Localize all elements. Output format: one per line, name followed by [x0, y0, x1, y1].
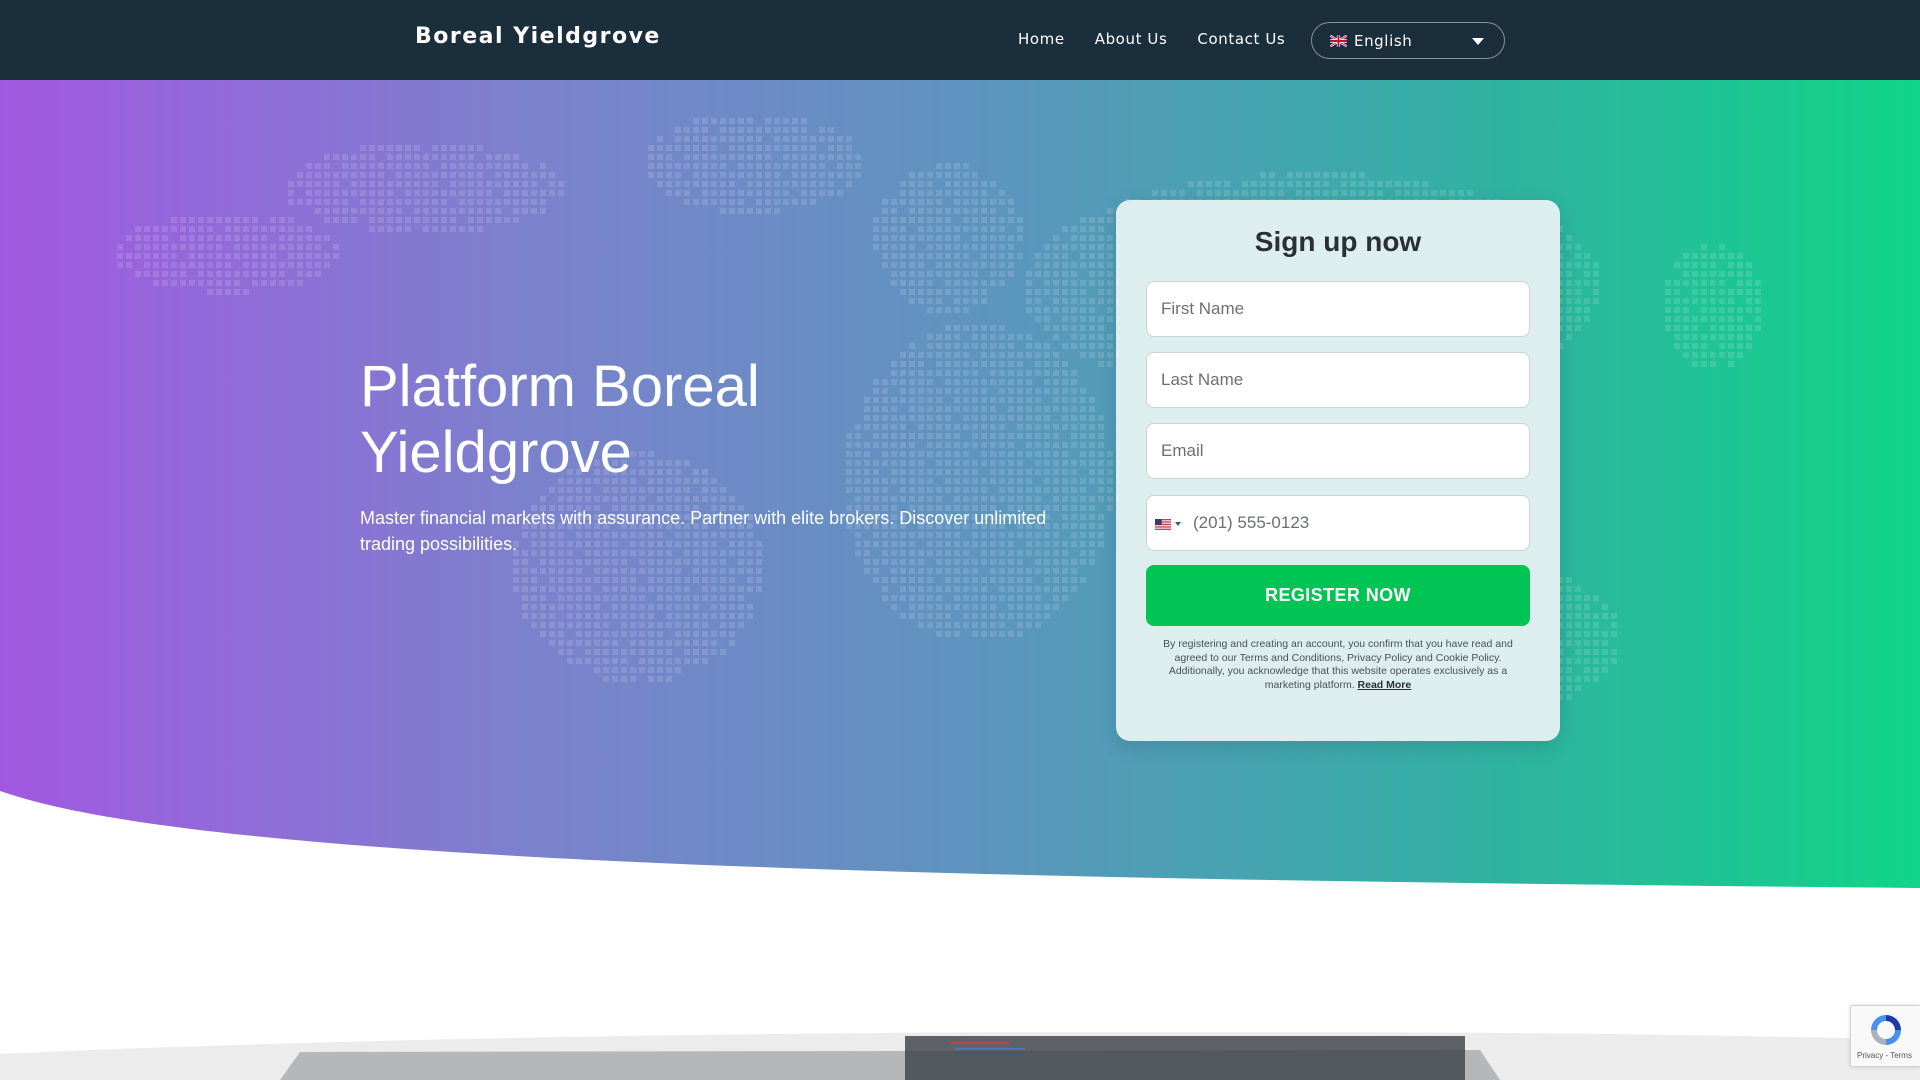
- hero-section: Platform Boreal Yieldgrove Master financ…: [0, 80, 1920, 890]
- phone-field: [1146, 495, 1530, 551]
- language-select[interactable]: English: [1311, 22, 1505, 59]
- hero-subtitle: Master financial markets with assurance.…: [360, 508, 1047, 554]
- country-code-select[interactable]: [1155, 515, 1191, 533]
- lower-section-image-decoration: [0, 1032, 1920, 1080]
- chevron-down-icon: [1472, 38, 1484, 45]
- language-label: English: [1354, 31, 1413, 50]
- nav-home-link[interactable]: Home: [1018, 30, 1065, 48]
- email-input[interactable]: [1146, 423, 1530, 479]
- hero-bottom-curve-decoration: [0, 791, 1920, 890]
- site-header: Boreal Yieldgrove Home About Us Contact …: [0, 0, 1920, 80]
- first-name-input[interactable]: [1146, 281, 1530, 337]
- phone-input[interactable]: [1193, 496, 1523, 550]
- recaptcha-icon: [1871, 1015, 1901, 1045]
- recaptcha-badge[interactable]: Privacy - Terms: [1850, 1005, 1920, 1067]
- legal-disclaimer: By registering and creating an account, …: [1146, 638, 1530, 692]
- main-nav: Home About Us Contact Us: [1018, 30, 1285, 48]
- signup-card: Sign up now REGISTER NOW By registering …: [1116, 200, 1560, 741]
- hero-title: Platform Boreal Yieldgrove: [360, 354, 760, 485]
- chevron-down-icon: [1175, 522, 1181, 526]
- brand-logo-text[interactable]: Boreal Yieldgrove: [415, 24, 661, 49]
- last-name-input[interactable]: [1146, 352, 1530, 408]
- legal-text: By registering and creating an account, …: [1163, 638, 1513, 691]
- lower-section-preview: [0, 1032, 1920, 1080]
- nav-contact-link[interactable]: Contact Us: [1197, 30, 1285, 48]
- uk-flag-icon: [1330, 34, 1347, 47]
- signup-title: Sign up now: [1254, 226, 1422, 257]
- read-more-link[interactable]: Read More: [1358, 679, 1412, 691]
- us-flag-icon: [1155, 518, 1171, 530]
- recaptcha-links[interactable]: Privacy - Terms: [1857, 1051, 1912, 1060]
- register-now-button[interactable]: REGISTER NOW: [1146, 565, 1530, 626]
- nav-about-link[interactable]: About Us: [1095, 30, 1168, 48]
